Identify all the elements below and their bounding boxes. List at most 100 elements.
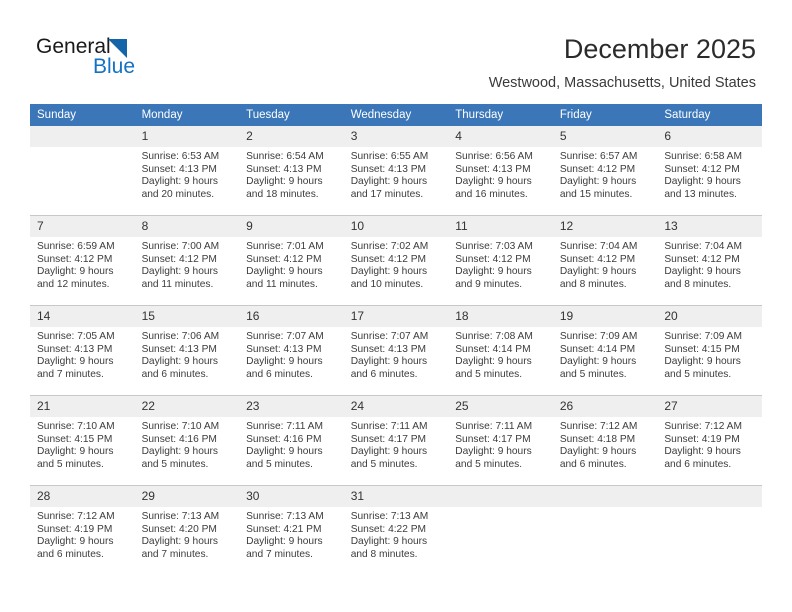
day-cell[interactable]: 27 Sunrise: 7:12 AM Sunset: 4:19 PM Dayligh… [657, 395, 762, 486]
day-details: Sunrise: 7:12 AM Sunset: 4:19 PM Daylight:… [657, 417, 762, 471]
day-sunset-line: Sunset: 4:13 PM [37, 343, 113, 355]
day-cell[interactable]: 31 Sunrise: 7:13 AM Sunset: 4:22 PM Dayligh… [343, 485, 449, 575]
day-cell[interactable]: 23 Sunrise: 7:11 AM Sunset: 4:16 PM Dayligh… [239, 395, 344, 486]
day-sunset-line: Sunset: 4:12 PM [141, 253, 217, 265]
day-number: 30 [239, 486, 344, 507]
day-details: Sunrise: 7:09 AM Sunset: 4:14 PM Daylight:… [553, 327, 658, 381]
day-daylight-line: Daylight: 9 hours [559, 356, 637, 368]
day-cell-empty [657, 485, 762, 575]
day-cell[interactable]: 17 Sunrise: 7:07 AM Sunset: 4:13 PM Dayligh… [343, 305, 449, 396]
day-cell[interactable]: 26 Sunrise: 7:12 AM Sunset: 4:18 PM Dayligh… [552, 395, 658, 486]
day-sunset-line: Sunset: 4:17 PM [455, 433, 531, 445]
day-sunrise-line: Sunrise: 6:53 AM [141, 151, 220, 162]
day-cell[interactable]: 24 Sunrise: 7:11 AM Sunset: 4:17 PM Dayligh… [343, 395, 449, 486]
day-sunrise-line: Sunrise: 7:11 AM [246, 421, 323, 432]
day-daylight-line: Daylight: 9 hours [37, 446, 114, 458]
day-daylight-line: Daylight: 9 hours [455, 356, 532, 368]
day-sunset-line: Sunset: 4:17 PM [350, 433, 427, 445]
day-cell[interactable]: 30 Sunrise: 7:13 AM Sunset: 4:21 PM Dayligh… [239, 485, 344, 575]
day-sunset-line: Sunset: 4:20 PM [141, 523, 217, 535]
day-daylight-line: Daylight: 9 hours [37, 266, 114, 278]
day-cell-empty [552, 485, 658, 575]
day-daylight-line: and 5 minutes. [559, 368, 627, 380]
day-details: Sunrise: 6:55 AM Sunset: 4:13 PM Daylight:… [344, 147, 449, 201]
day-daylight-line: and 8 minutes. [559, 278, 627, 290]
day-details: Sunrise: 7:11 AM Sunset: 4:16 PM Daylight:… [239, 417, 344, 471]
day-cell[interactable]: 6 Sunrise: 6:58 AM Sunset: 4:12 PM Daylight… [657, 126, 762, 216]
day-details: Sunrise: 7:08 AM Sunset: 4:14 PM Daylight:… [448, 327, 553, 381]
weekday-header-monday: Monday [134, 104, 240, 126]
day-cell[interactable]: 22 Sunrise: 7:10 AM Sunset: 4:16 PM Dayligh… [134, 395, 240, 486]
day-cell[interactable]: 28 Sunrise: 7:12 AM Sunset: 4:19 PM Dayligh… [30, 485, 135, 575]
day-daylight-line: Daylight: 9 hours [350, 356, 428, 368]
day-details: Sunrise: 7:00 AM Sunset: 4:12 PM Daylight:… [135, 237, 240, 291]
day-sunrise-line: Sunrise: 7:10 AM [141, 421, 220, 432]
day-details: Sunrise: 7:05 AM Sunset: 4:13 PM Daylight:… [30, 327, 135, 381]
day-sunset-line: Sunset: 4:16 PM [141, 433, 217, 445]
day-details: Sunrise: 7:07 AM Sunset: 4:13 PM Daylight:… [239, 327, 344, 381]
day-number: 29 [134, 486, 240, 507]
day-details: Sunrise: 7:13 AM Sunset: 4:22 PM Daylight:… [344, 507, 449, 561]
day-cell[interactable]: 29 Sunrise: 7:13 AM Sunset: 4:20 PM Dayligh… [134, 485, 240, 575]
day-daylight-line: Daylight: 9 hours [37, 356, 114, 368]
day-cell[interactable]: 2 Sunrise: 6:54 AM Sunset: 4:13 PM Daylight… [239, 126, 344, 216]
day-details: Sunrise: 7:12 AM Sunset: 4:19 PM Daylight:… [30, 507, 135, 561]
day-daylight-line: and 6 minutes. [664, 458, 732, 470]
day-sunrise-line: Sunrise: 7:07 AM [246, 331, 324, 342]
day-cell[interactable]: 25 Sunrise: 7:11 AM Sunset: 4:17 PM Dayligh… [448, 395, 553, 486]
day-daylight-line: Daylight: 9 hours [664, 266, 741, 278]
day-number: 13 [657, 216, 762, 237]
day-number: 12 [552, 216, 658, 237]
day-number: 2 [239, 126, 344, 147]
day-cell[interactable]: 7 Sunrise: 6:59 AM Sunset: 4:12 PM Daylight… [30, 215, 135, 306]
day-sunrise-line: Sunrise: 6:54 AM [246, 151, 324, 162]
day-number: 5 [552, 126, 658, 147]
day-cell[interactable]: 13 Sunrise: 7:04 AM Sunset: 4:12 PM Dayligh… [657, 215, 762, 306]
day-number [657, 486, 762, 507]
day-cell[interactable]: 14 Sunrise: 7:05 AM Sunset: 4:13 PM Dayligh… [30, 305, 135, 396]
day-cell-empty [448, 485, 553, 575]
day-cell[interactable]: 5 Sunrise: 6:57 AM Sunset: 4:12 PM Daylight… [552, 126, 658, 216]
weekday-header-saturday: Saturday [657, 104, 762, 126]
day-number: 19 [552, 306, 658, 327]
day-sunset-line: Sunset: 4:12 PM [455, 253, 531, 265]
day-daylight-line: and 5 minutes. [664, 368, 732, 380]
day-sunrise-line: Sunrise: 7:04 AM [559, 241, 638, 252]
day-sunset-line: Sunset: 4:13 PM [141, 163, 217, 175]
day-number: 27 [657, 396, 762, 417]
day-sunrise-line: Sunrise: 7:11 AM [455, 421, 533, 432]
day-number: 16 [239, 306, 344, 327]
day-sunset-line: Sunset: 4:13 PM [455, 163, 531, 175]
day-cell[interactable]: 4 Sunrise: 6:56 AM Sunset: 4:13 PM Daylight… [448, 126, 553, 216]
day-cell[interactable]: 15 Sunrise: 7:06 AM Sunset: 4:13 PM Dayligh… [134, 305, 240, 396]
day-daylight-line: Daylight: 9 hours [350, 266, 428, 278]
day-daylight-line: and 10 minutes. [350, 278, 424, 290]
day-daylight-line: Daylight: 9 hours [350, 176, 428, 188]
page-subtitle: Westwood, Massachusetts, United States [488, 75, 756, 91]
day-sunset-line: Sunset: 4:14 PM [455, 343, 531, 355]
day-cell[interactable]: 3 Sunrise: 6:55 AM Sunset: 4:13 PM Daylight… [343, 126, 449, 216]
day-cell[interactable]: 21 Sunrise: 7:10 AM Sunset: 4:15 PM Dayligh… [30, 395, 135, 486]
day-cell[interactable]: 9 Sunrise: 7:01 AM Sunset: 4:12 PM Daylight… [239, 215, 344, 306]
day-sunrise-line: Sunrise: 7:11 AM [350, 421, 428, 432]
day-sunset-line: Sunset: 4:12 PM [37, 253, 113, 265]
day-daylight-line: and 9 minutes. [455, 278, 523, 290]
day-number: 15 [134, 306, 240, 327]
day-details: Sunrise: 7:02 AM Sunset: 4:12 PM Daylight:… [344, 237, 449, 291]
day-sunrise-line: Sunrise: 7:01 AM [246, 241, 324, 252]
day-details: Sunrise: 7:04 AM Sunset: 4:12 PM Daylight:… [553, 237, 658, 291]
weekday-header-friday: Friday [552, 104, 658, 126]
day-cell[interactable]: 10 Sunrise: 7:02 AM Sunset: 4:12 PM Dayligh… [343, 215, 449, 306]
day-cell[interactable]: 8 Sunrise: 7:00 AM Sunset: 4:12 PM Daylight… [134, 215, 240, 306]
day-sunset-line: Sunset: 4:18 PM [559, 433, 636, 445]
day-number: 20 [657, 306, 762, 327]
day-cell[interactable]: 1 Sunrise: 6:53 AM Sunset: 4:13 PM Daylight… [134, 126, 240, 216]
day-number: 28 [30, 486, 135, 507]
day-cell[interactable]: 11 Sunrise: 7:03 AM Sunset: 4:12 PM Dayligh… [448, 215, 553, 306]
day-cell[interactable]: 18 Sunrise: 7:08 AM Sunset: 4:14 PM Dayligh… [448, 305, 553, 396]
day-cell[interactable]: 16 Sunrise: 7:07 AM Sunset: 4:13 PM Dayligh… [239, 305, 344, 396]
calendar-body: 1 Sunrise: 6:53 AM Sunset: 4:13 PM Daylight… [30, 126, 762, 575]
day-cell[interactable]: 12 Sunrise: 7:04 AM Sunset: 4:12 PM Dayligh… [552, 215, 658, 306]
day-cell[interactable]: 19 Sunrise: 7:09 AM Sunset: 4:14 PM Dayligh… [552, 305, 658, 396]
day-cell[interactable]: 20 Sunrise: 7:09 AM Sunset: 4:15 PM Dayligh… [657, 305, 762, 396]
